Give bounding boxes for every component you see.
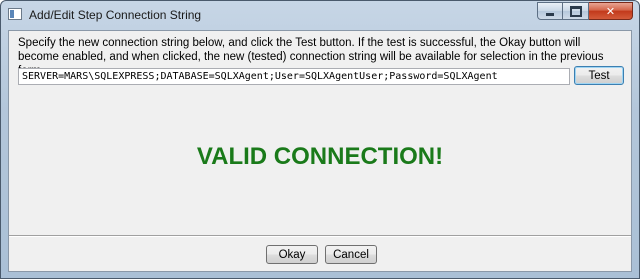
close-button[interactable]: ✕: [589, 2, 633, 20]
footer-divider-highlight: [9, 236, 631, 237]
caption-buttons: ✕: [537, 2, 633, 21]
minimize-button[interactable]: [537, 2, 563, 20]
maximize-button[interactable]: [563, 2, 589, 20]
title-bar[interactable]: Add/Edit Step Connection String ✕: [1, 1, 639, 29]
minimize-icon: [546, 12, 554, 16]
cancel-button[interactable]: Cancel: [325, 245, 377, 264]
dialog-body: Specify the new connection string below,…: [8, 30, 632, 272]
dialog-window: Add/Edit Step Connection String ✕ Specif…: [0, 0, 640, 279]
connection-string-input[interactable]: SERVER=MARS\SQLEXPRESS;DATABASE=SQLXAgen…: [18, 68, 570, 85]
connection-status: VALID CONNECTION!: [196, 143, 444, 170]
test-button[interactable]: Test: [574, 66, 624, 85]
okay-button[interactable]: Okay: [266, 245, 318, 264]
window-icon[interactable]: [8, 8, 22, 20]
window-title: Add/Edit Step Connection String: [29, 8, 202, 22]
close-icon: ✕: [605, 5, 616, 18]
maximize-icon: [569, 5, 582, 17]
